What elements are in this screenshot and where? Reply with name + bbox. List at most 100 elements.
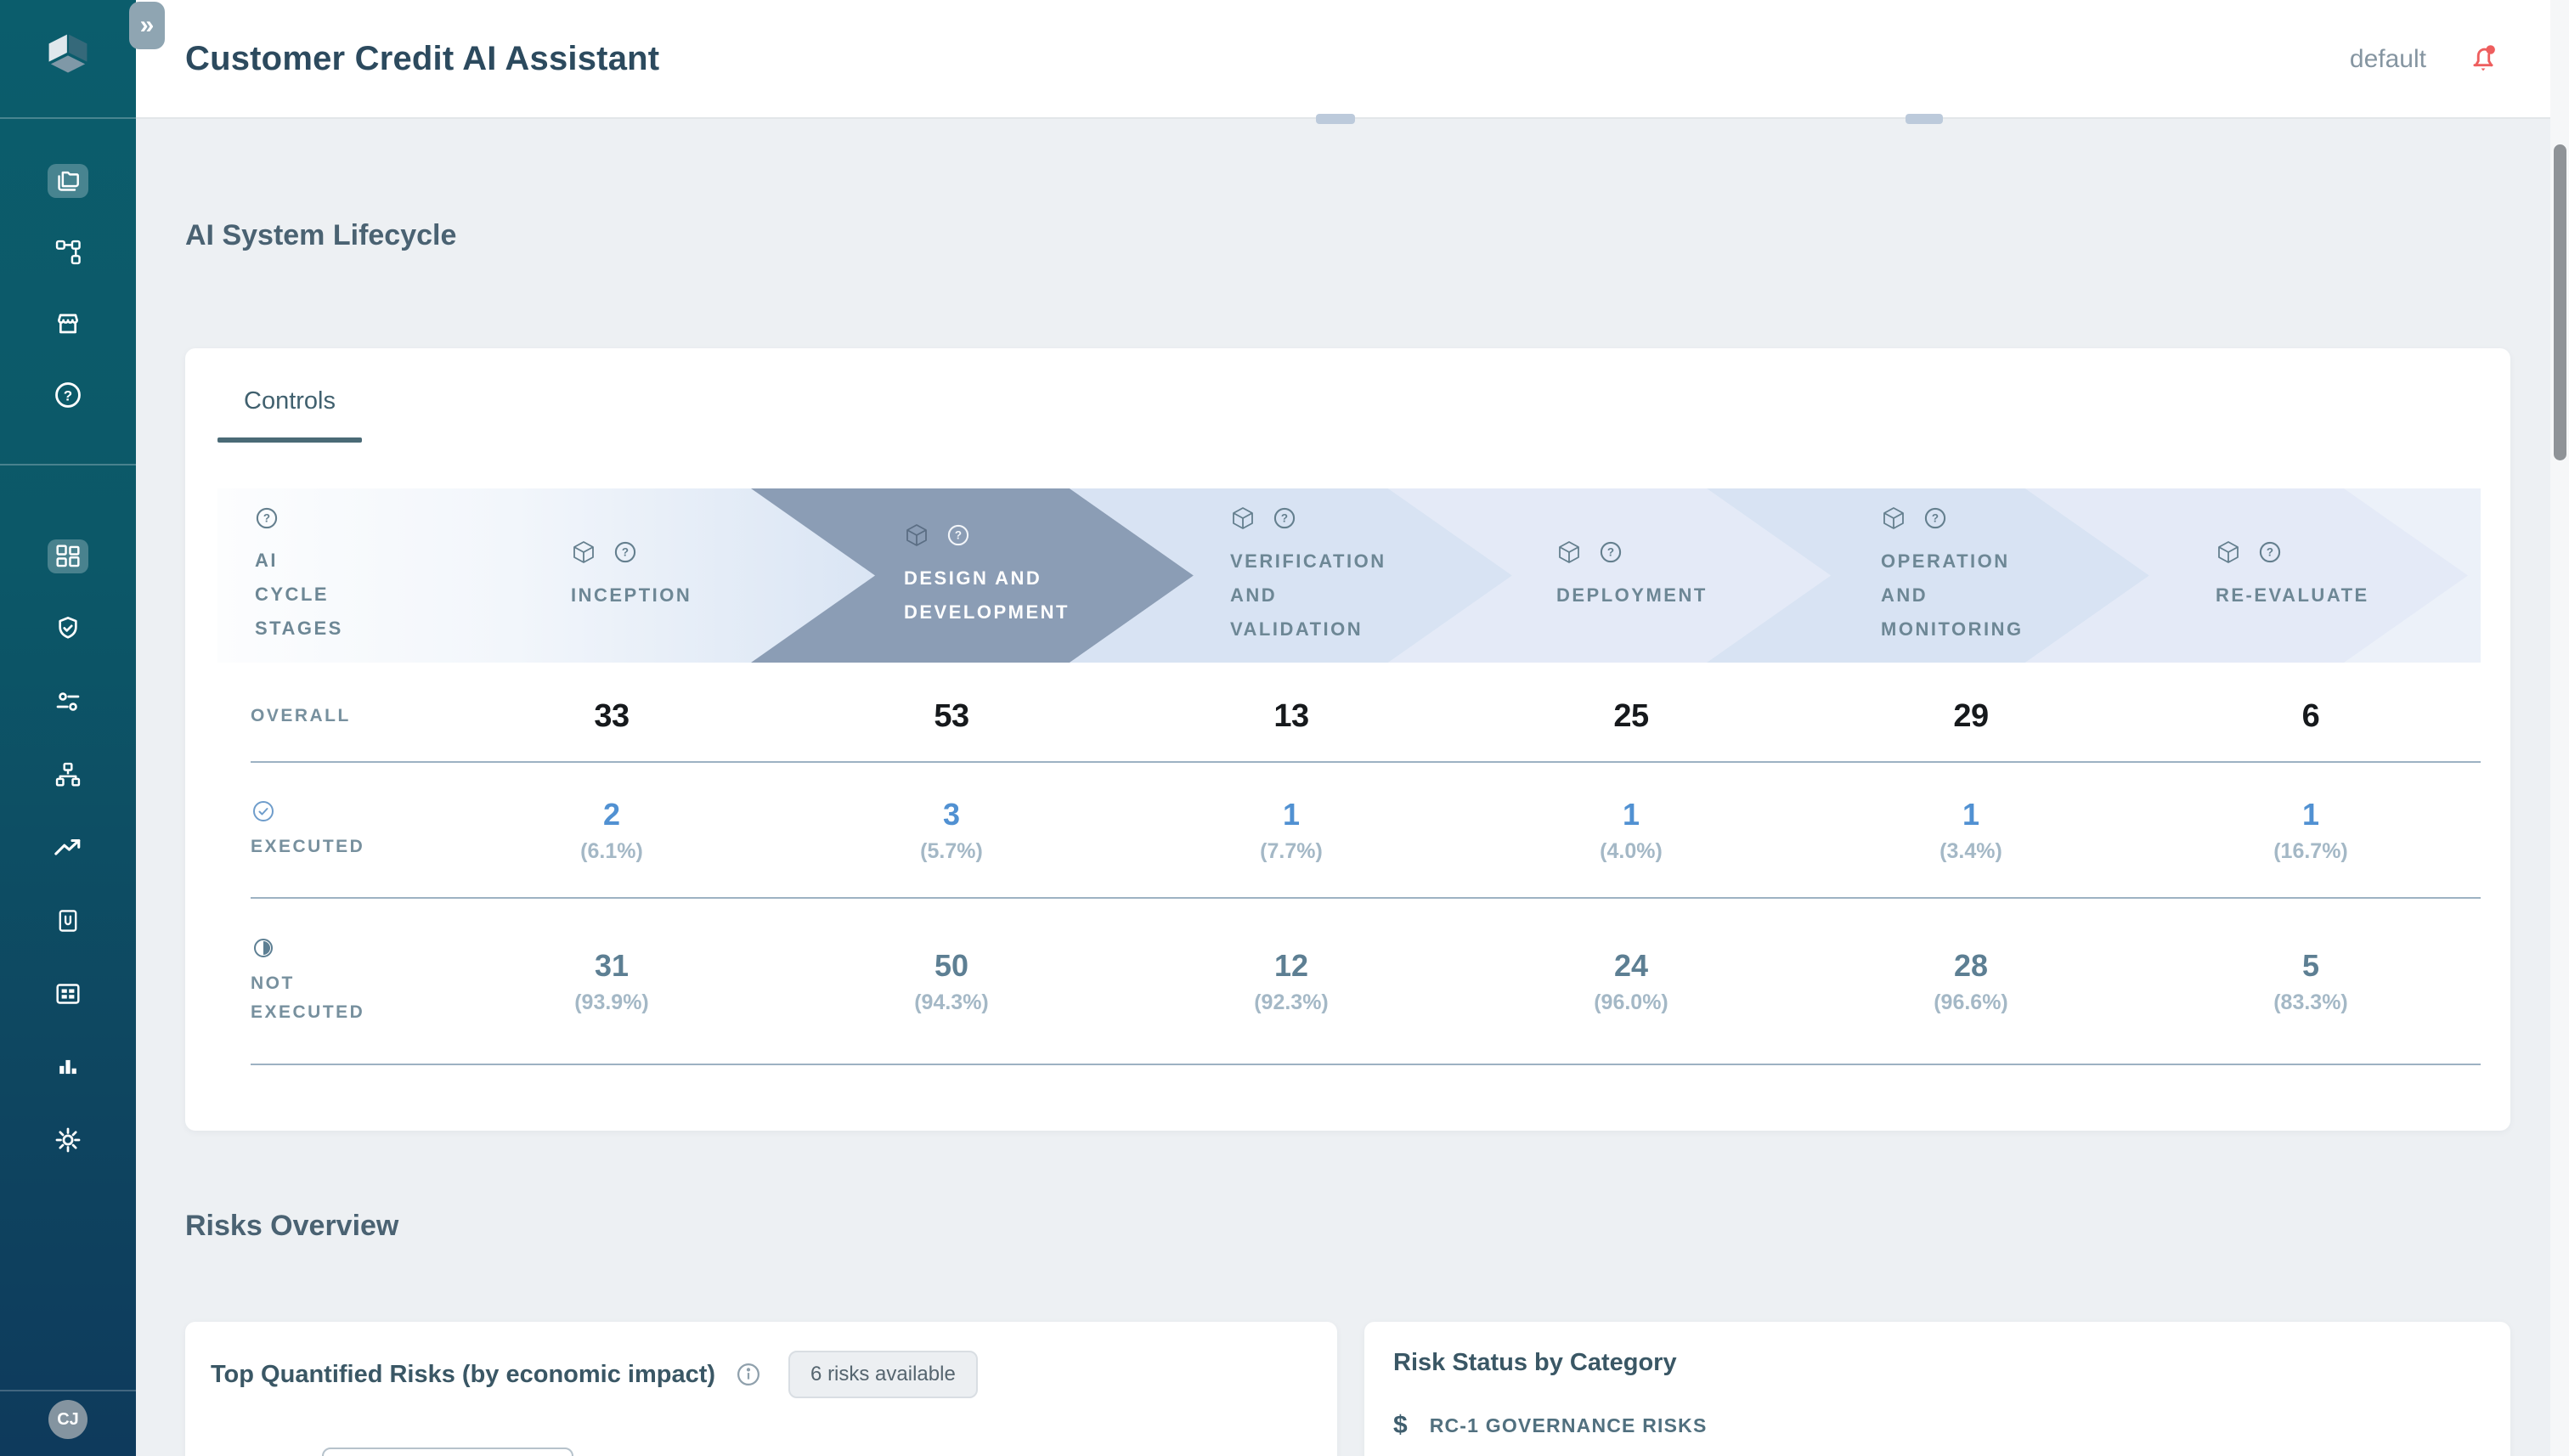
question-circle-icon[interactable]: ? [2258, 540, 2282, 564]
not-executed-value: 24 [1461, 948, 1801, 984]
table-row-overall: OVERALL 33 53 13 25 29 6 [251, 671, 2481, 763]
package-icon [571, 539, 596, 565]
workflow-icon [54, 239, 82, 266]
executed-value: 3 [782, 797, 1121, 832]
stage-operation-monitoring[interactable]: ? OPERATION AND MONITORING [1881, 488, 2024, 663]
executed-pct: (16.7%) [2141, 839, 2481, 864]
table-icon [54, 980, 82, 1007]
not-executed-pct: (96.0%) [1461, 990, 1801, 1015]
executed-value: 2 [442, 797, 782, 832]
stage-label: VERIFICATION AND VALIDATION [1230, 545, 1386, 646]
sidebar-item-projects[interactable] [48, 164, 88, 198]
sidebar-item-help[interactable]: ? [48, 378, 88, 412]
sidebar-divider [0, 1390, 136, 1391]
sidebar-divider [0, 464, 136, 466]
stage-deployment[interactable]: ? DEPLOYMENT [1556, 488, 1708, 663]
executed-value: 1 [2141, 797, 2481, 832]
sidebar-item-table[interactable] [48, 977, 88, 1011]
sidebar-item-trending[interactable] [48, 831, 88, 865]
scrolled-content-peek [1316, 114, 1355, 124]
question-circle-icon[interactable]: ? [1923, 506, 1947, 530]
sidebar: ? [0, 0, 136, 1456]
scrollbar-thumb[interactable] [2554, 144, 2566, 460]
folders-icon [54, 167, 82, 195]
sidebar-item-dashboard[interactable] [48, 539, 88, 573]
risk-status-title: Risk Status by Category [1393, 1349, 2481, 1377]
row-label-text: NOT EXECUTED [251, 973, 364, 1022]
not-executed-value: 31 [442, 948, 782, 984]
svg-text:?: ? [2267, 545, 2273, 558]
environment-label: default [2350, 45, 2426, 74]
svg-text:?: ? [1281, 511, 1288, 524]
info-icon[interactable] [736, 1362, 761, 1387]
stage-reevaluate[interactable]: ? RE-EVALUATE [2216, 488, 2369, 663]
category-select[interactable]: All Categories [322, 1448, 573, 1456]
svg-text:?: ? [1932, 511, 1939, 524]
lifecycle-section-title: AI System Lifecycle [185, 219, 456, 252]
stage-design-development[interactable]: ? DESIGN AND DEVELOPMENT [904, 488, 1070, 663]
question-circle-icon[interactable]: ? [946, 523, 970, 547]
executed-value: 1 [1121, 797, 1461, 832]
stage-verification-validation[interactable]: ? VERIFICATION AND VALIDATION [1230, 488, 1386, 663]
org-chart-icon [54, 761, 82, 788]
sidebar-item-controls[interactable] [48, 685, 88, 719]
trending-up-icon [54, 833, 82, 862]
svg-text:?: ? [64, 387, 72, 404]
package-icon [904, 522, 929, 548]
axis-label-text: AI CYCLE STAGES [255, 544, 343, 646]
sidebar-divider [0, 117, 136, 119]
document-clip-icon [55, 907, 81, 934]
svg-text:?: ? [263, 511, 270, 524]
stage-label: RE-EVALUATE [2216, 578, 2369, 612]
row-label-overall: OVERALL [251, 702, 442, 731]
question-circle-icon[interactable]: ? [613, 540, 637, 564]
row-label-text: EXECUTED [251, 837, 364, 856]
sidebar-item-settings[interactable] [48, 1123, 88, 1157]
overall-value: 53 [782, 698, 1121, 735]
overall-value: 33 [442, 698, 782, 735]
package-icon [1556, 539, 1582, 565]
expand-sidebar-button[interactable]: » [129, 2, 165, 49]
sidebar-item-analytics[interactable] [48, 1050, 88, 1084]
not-executed-pct: (96.6%) [1801, 990, 2141, 1015]
question-circle-icon[interactable]: ? [1273, 506, 1296, 530]
svg-text:?: ? [955, 528, 962, 541]
executed-value: 1 [1461, 797, 1801, 832]
stage-axis-label: ? AI CYCLE STAGES [255, 488, 343, 663]
sidebar-item-workflow[interactable] [48, 235, 88, 269]
risks-section-title: Risks Overview [185, 1210, 398, 1243]
question-circle-icon: ? [54, 381, 82, 409]
question-circle-icon[interactable]: ? [255, 506, 279, 530]
sidebar-item-compliance[interactable] [48, 612, 88, 646]
dollar-icon: $ [1393, 1411, 1408, 1440]
scrollbar-track[interactable] [2550, 0, 2569, 1456]
stage-label: OPERATION AND MONITORING [1881, 545, 2024, 646]
not-executed-pct: (92.3%) [1121, 990, 1461, 1015]
lifecycle-metrics-table: OVERALL 33 53 13 25 29 6 EXECUTED 2(6.1%… [251, 671, 2481, 1065]
stage-inception[interactable]: ? INCEPTION [571, 488, 692, 663]
executed-pct: (4.0%) [1461, 839, 1801, 864]
not-executed-pct: (93.9%) [442, 990, 782, 1015]
stage-label: INCEPTION [571, 578, 692, 612]
not-executed-pct: (83.3%) [2141, 990, 2481, 1015]
overall-value: 13 [1121, 698, 1461, 735]
not-executed-value: 50 [782, 948, 1121, 984]
sidebar-item-pipeline[interactable] [48, 758, 88, 792]
sidebar-item-marketplace[interactable] [48, 307, 88, 341]
sidebar-item-documents[interactable] [48, 904, 88, 938]
risk-status-card: Risk Status by Category $ RC-1 GOVERNANC… [1364, 1322, 2510, 1456]
question-circle-icon[interactable]: ? [1599, 540, 1623, 564]
gear-icon [54, 1126, 82, 1154]
sliders-icon [54, 688, 82, 715]
lifecycle-card: Controls ? [185, 348, 2510, 1131]
risk-category-item[interactable]: $ RC-1 GOVERNANCE RISKS [1393, 1411, 2481, 1440]
app-logo-icon[interactable] [44, 31, 92, 83]
notifications-button[interactable] [2464, 40, 2503, 79]
top-quantified-title: Top Quantified Risks (by economic impact… [211, 1361, 715, 1389]
dashboard-grid-icon [54, 543, 82, 570]
package-icon [1230, 505, 1256, 531]
header: Customer Credit AI Assistant default [136, 0, 2569, 119]
tab-controls[interactable]: Controls [217, 387, 362, 443]
avatar[interactable]: CJ [48, 1400, 88, 1439]
not-executed-value: 5 [2141, 948, 2481, 984]
